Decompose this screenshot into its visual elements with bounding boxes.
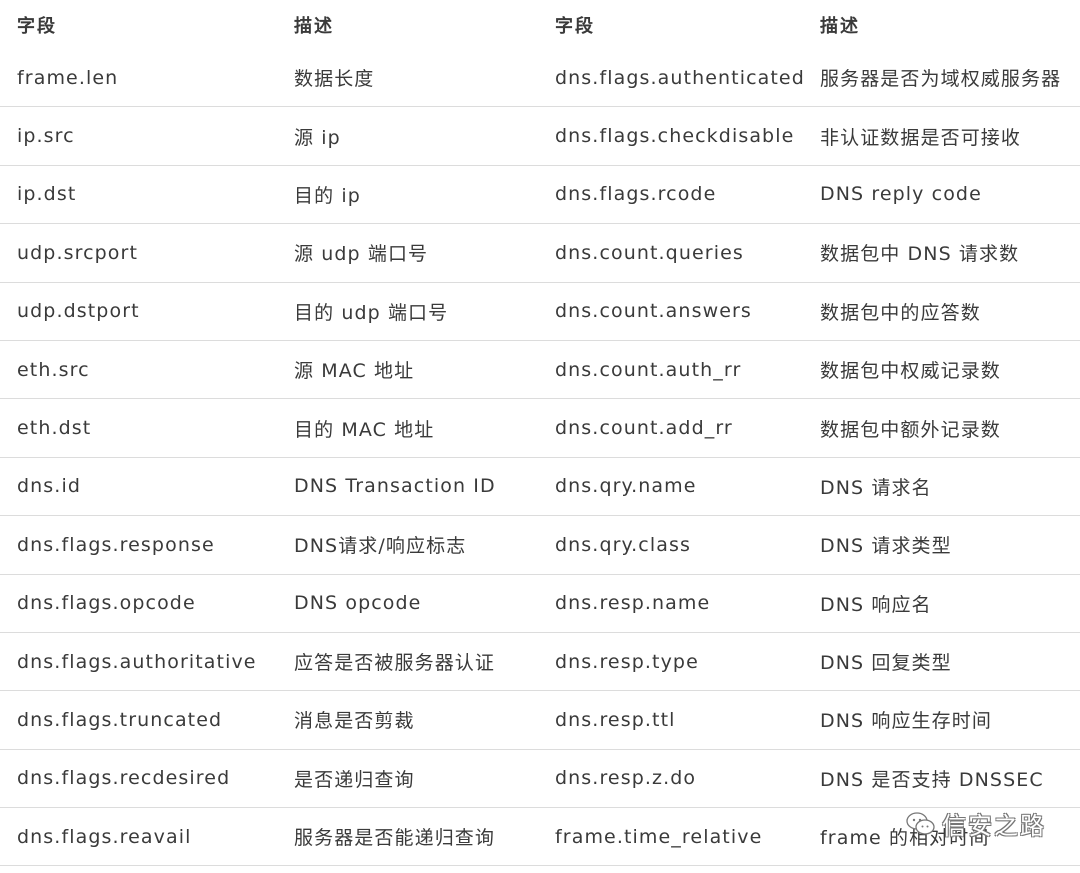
field-desc-1: 源 MAC 地址 bbox=[294, 360, 415, 383]
field-name-1: dns.flags.opcode bbox=[17, 592, 196, 615]
field-name-2: dns.count.add_rr bbox=[555, 417, 733, 440]
field-name-2: dns.flags.checkdisable bbox=[555, 125, 795, 148]
field-name-2: dns.count.queries bbox=[555, 241, 744, 264]
table-header-row: 字段 描述 字段 描述 bbox=[0, 0, 1080, 49]
table-row: dns.flags.recdesired 是否递归查询 dns.resp.z.do D… bbox=[0, 750, 1080, 809]
field-desc-2: 数据包中额外记录数 bbox=[820, 418, 1001, 441]
field-desc-1: 服务器是否能递归查询 bbox=[294, 827, 496, 850]
field-name-2: frame.time_relative bbox=[555, 825, 763, 848]
header-field-2: 字段 bbox=[555, 15, 595, 37]
field-name-2: dns.resp.ttl bbox=[555, 708, 676, 731]
field-name-2: dns.resp.name bbox=[555, 592, 711, 615]
field-name-2: dns.qry.name bbox=[555, 475, 697, 498]
table-row: dns.flags.opcode DNS opcode dns.resp.name D… bbox=[0, 575, 1080, 633]
field-name-1: ip.src bbox=[17, 125, 75, 148]
field-desc-1: 数据长度 bbox=[294, 68, 375, 91]
table-row: udp.srcport 源 udp 端口号 dns.count.queries 数据包… bbox=[0, 224, 1080, 283]
field-desc-2: DNS 是否支持 DNSSEC bbox=[820, 768, 1044, 791]
field-name-1: udp.dstport bbox=[17, 300, 140, 323]
field-desc-1: 应答是否被服务器认证 bbox=[294, 652, 496, 675]
field-name-1: eth.dst bbox=[17, 417, 92, 440]
field-desc-1: DNS Transaction ID bbox=[294, 475, 496, 498]
field-table: 字段 描述 字段 描述 frame.len 数据长度 dns.flags.authe… bbox=[0, 0, 1080, 867]
table-row: udp.dstport 目的 udp 端口号 dns.count.answers 数据… bbox=[0, 283, 1080, 341]
field-desc-2: DNS 请求类型 bbox=[820, 535, 952, 558]
header-desc-2: 描述 bbox=[820, 15, 860, 37]
field-name-1: dns.flags.authoritative bbox=[17, 650, 257, 673]
field-desc-1: DNS请求/响应标志 bbox=[294, 535, 467, 558]
header-field-1: 字段 bbox=[17, 15, 57, 37]
table-row: frame.len 数据长度 dns.flags.authenticated 服务器是… bbox=[0, 49, 1080, 108]
field-desc-2: DNS 响应生存时间 bbox=[820, 710, 992, 733]
field-name-1: dns.id bbox=[17, 475, 81, 498]
field-desc-2: DNS reply code bbox=[820, 183, 982, 206]
field-name-1: dns.flags.recdesired bbox=[17, 767, 231, 790]
field-name-2: dns.count.auth_rr bbox=[555, 358, 742, 381]
field-desc-2: 数据包中 DNS 请求数 bbox=[820, 243, 1020, 266]
field-name-1: eth.src bbox=[17, 358, 90, 381]
field-name-2: dns.qry.class bbox=[555, 533, 691, 556]
field-name-2: dns.flags.authenticated bbox=[555, 66, 805, 89]
field-desc-2: 数据包中的应答数 bbox=[820, 301, 981, 324]
field-desc-2: DNS 响应名 bbox=[820, 593, 932, 616]
field-name-2: dns.resp.type bbox=[555, 650, 699, 673]
field-desc-2: 服务器是否为域权威服务器 bbox=[820, 68, 1062, 91]
field-name-1: ip.dst bbox=[17, 183, 77, 206]
table-row: dns.id DNS Transaction ID dns.qry.name DNS … bbox=[0, 458, 1080, 517]
table-row: dns.flags.response DNS请求/响应标志 dns.qry.clas… bbox=[0, 516, 1080, 575]
field-desc-2: DNS 请求名 bbox=[820, 476, 932, 499]
table-row: dns.flags.truncated 消息是否剪裁 dns.resp.ttl DNS… bbox=[0, 691, 1080, 750]
table-row: ip.src 源 ip dns.flags.checkdisable 非认证数据是否可… bbox=[0, 107, 1080, 166]
field-desc-1: DNS opcode bbox=[294, 592, 422, 615]
field-desc-1: 源 udp 端口号 bbox=[294, 243, 429, 266]
table-row: dns.flags.reavail 服务器是否能递归查询 frame.time_re… bbox=[0, 808, 1080, 867]
field-desc-1: 目的 MAC 地址 bbox=[294, 418, 435, 441]
field-name-1: dns.flags.response bbox=[17, 533, 215, 556]
field-desc-1: 消息是否剪裁 bbox=[294, 710, 415, 733]
field-desc-2: 非认证数据是否可接收 bbox=[820, 126, 1022, 149]
table-row: eth.dst 目的 MAC 地址 dns.count.add_rr 数据包中额外记录… bbox=[0, 399, 1080, 458]
field-name-1: dns.flags.truncated bbox=[17, 708, 223, 731]
field-desc-1: 目的 ip bbox=[294, 184, 361, 207]
field-desc-1: 目的 udp 端口号 bbox=[294, 301, 449, 324]
table-row: ip.dst 目的 ip dns.flags.rcode DNS reply code bbox=[0, 166, 1080, 225]
field-name-1: udp.srcport bbox=[17, 241, 138, 264]
field-name-2: dns.count.answers bbox=[555, 300, 752, 323]
field-name-1: frame.len bbox=[17, 66, 119, 89]
field-desc-2: DNS 回复类型 bbox=[820, 652, 952, 675]
field-name-2: dns.resp.z.do bbox=[555, 767, 697, 790]
field-desc-1: 源 ip bbox=[294, 126, 341, 149]
field-name-2: dns.flags.rcode bbox=[555, 183, 717, 206]
field-desc-2: frame 的相对时间 bbox=[820, 827, 990, 850]
field-desc-2: 数据包中权威记录数 bbox=[820, 360, 1001, 383]
table-row: eth.src 源 MAC 地址 dns.count.auth_rr 数据包中权威记录… bbox=[0, 341, 1080, 400]
field-name-1: dns.flags.reavail bbox=[17, 825, 192, 848]
table-row: dns.flags.authoritative 应答是否被服务器认证 dns.res… bbox=[0, 633, 1080, 692]
header-desc-1: 描述 bbox=[294, 15, 334, 37]
field-desc-1: 是否递归查询 bbox=[294, 768, 415, 791]
